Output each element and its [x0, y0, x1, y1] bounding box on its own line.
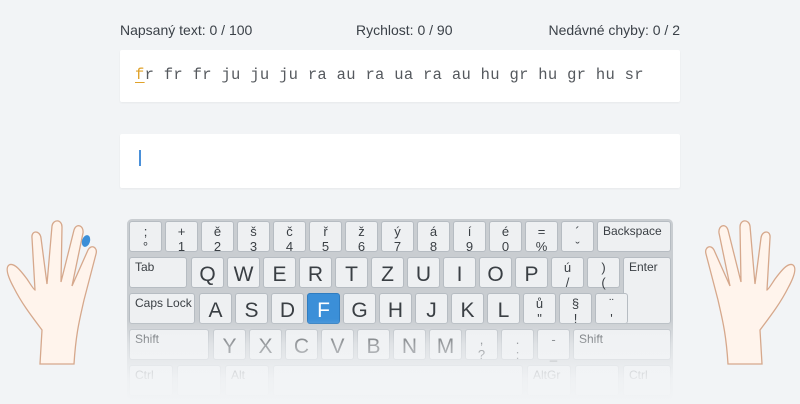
key-u-label: U	[415, 263, 432, 286]
key-z[interactable]: Z	[371, 257, 404, 288]
typing-input[interactable]	[120, 134, 680, 188]
key-w-label: W	[233, 263, 254, 286]
key-r1-3-top: š	[250, 224, 257, 239]
exercise-text: fr fr fr ju ju ju ra au ra ua ra au hu g…	[135, 66, 644, 84]
key-r1-8-top: á	[429, 224, 438, 239]
remaining-text: r fr fr ju ju ju ra au ra ua ra au hu gr…	[144, 66, 644, 84]
key-r1-0-bottom: °	[142, 239, 149, 254]
key-i-label: I	[456, 263, 463, 286]
key-r1-6[interactable]: ž6	[345, 221, 378, 254]
key-r2-sym-0-bottom: /	[565, 275, 570, 290]
key-enter[interactable]: Enter	[623, 257, 671, 324]
key-r2-sym-0-top: ú	[563, 260, 572, 275]
key-e-label: E	[272, 263, 287, 286]
key-q[interactable]: Q	[191, 257, 224, 288]
recent-errors: Nedávné chyby: 0 / 2	[548, 22, 680, 38]
key-r1-9[interactable]: í9	[453, 221, 486, 254]
right-hand-icon	[705, 220, 796, 365]
key-r1-2-top: ě	[213, 224, 222, 239]
key-r1-4-top: č	[286, 224, 293, 239]
key-r1-7-bottom: 7	[393, 239, 402, 254]
key-tab-label: Tab	[135, 260, 155, 274]
key-q-label: Q	[199, 263, 216, 286]
key-w[interactable]: W	[227, 257, 260, 288]
key-r1-10-top: é	[501, 224, 510, 239]
key-r1-5-top: ř	[323, 224, 328, 239]
key-r1-6-top: ž	[358, 224, 365, 239]
key-r1-0[interactable]: ; °	[129, 221, 162, 254]
key-r1-7[interactable]: ý7	[381, 221, 414, 254]
left-hand-icon	[6, 220, 97, 365]
key-r1-6-bottom: 6	[357, 239, 366, 254]
key-r1-7-top: ý	[394, 224, 401, 239]
key-r2-sym-1[interactable]: )(	[587, 257, 620, 290]
key-r2-sym-1-top: )	[601, 260, 606, 275]
key-t-label: T	[345, 263, 358, 286]
key-o[interactable]: O	[479, 257, 512, 288]
key-r-label: R	[307, 263, 324, 286]
key-i[interactable]: I	[443, 257, 476, 288]
key-r1-12[interactable]: ´ ˇ	[561, 221, 594, 254]
key-r1-5[interactable]: ř5	[309, 221, 342, 254]
key-r1-4[interactable]: č4	[273, 221, 306, 254]
key-o-label: O	[487, 263, 504, 286]
key-u[interactable]: U	[407, 257, 440, 288]
key-r1-1-top: +	[177, 224, 186, 239]
speed-indicator: Rychlost: 0 / 90	[356, 22, 453, 38]
key-r1-1-bottom: 1	[177, 239, 186, 254]
typed-count: Napsaný text: 0 / 100	[120, 22, 253, 38]
key-p[interactable]: P	[515, 257, 548, 288]
key-r1-3-bottom: 3	[249, 239, 258, 254]
key-r3-sym-1-top: §	[571, 296, 580, 311]
key-r1-10-bottom: 0	[501, 239, 510, 254]
key-p-label: P	[524, 263, 539, 286]
exercise-text-panel: fr fr fr ju ju ju ra au ra ua ra au hu g…	[120, 50, 680, 102]
key-r1-11-bottom: %	[535, 239, 548, 254]
key-r1-11[interactable]: =%	[525, 221, 558, 254]
key-r3-sym-2-top: ¨	[609, 296, 614, 311]
key-caps-lock-label: Caps Lock	[135, 296, 192, 310]
current-character: f	[135, 66, 145, 84]
keyboard: ; ° +1 ě 2 š 3 č 4 ř 5 ž 6 ý 7 á 8 í 9 é 0 =% ´ ˇ Backspace Tab Q W…	[117, 219, 683, 404]
key-r1-8-bottom: 8	[429, 239, 438, 254]
key-backspace[interactable]: Backspace	[597, 221, 671, 252]
key-r1-3[interactable]: š3	[237, 221, 270, 254]
key-e[interactable]: E	[263, 257, 296, 288]
key-r1-2-bottom: 2	[213, 239, 222, 254]
key-z-label: Z	[381, 263, 394, 286]
text-caret	[139, 150, 141, 166]
key-r1-2[interactable]: ě2	[201, 221, 234, 254]
key-r2-sym-0[interactable]: ú /	[551, 257, 584, 290]
key-r1-1[interactable]: +1	[165, 221, 198, 254]
key-t[interactable]: T	[335, 257, 368, 288]
key-r1-11-top: =	[537, 224, 546, 239]
key-r1-4-bottom: 4	[285, 239, 294, 254]
key-r1-10[interactable]: é0	[489, 221, 522, 254]
key-r[interactable]: R	[299, 257, 332, 288]
key-r1-8[interactable]: á8	[417, 221, 450, 254]
key-backspace-label: Backspace	[603, 224, 662, 238]
key-r1-5-bottom: 5	[321, 239, 330, 254]
key-r1-0-top: ;	[143, 224, 148, 239]
key-r3-sym-0-top: ů	[535, 296, 544, 311]
key-r1-9-top: í	[467, 224, 472, 239]
key-r1-12-bottom: ˇ	[575, 239, 580, 254]
key-r1-9-bottom: 9	[465, 239, 474, 254]
key-r1-12-top: ´	[575, 224, 580, 239]
key-enter-label: Enter	[629, 260, 658, 274]
key-tab[interactable]: Tab	[129, 257, 187, 288]
key-r2-sym-1-bottom: (	[601, 275, 606, 290]
stats-bar: Napsaný text: 0 / 100 Rychlost: 0 / 90 N…	[120, 22, 680, 40]
